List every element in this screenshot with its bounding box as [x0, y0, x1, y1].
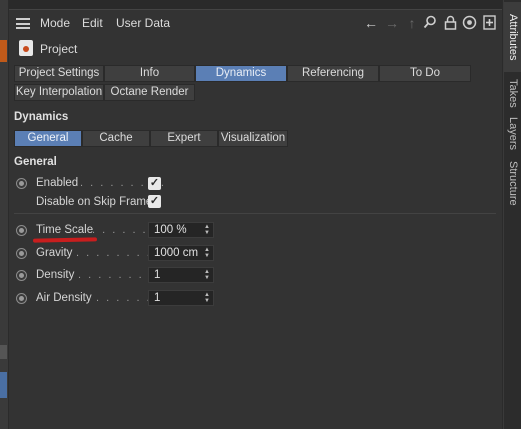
panel-top-border: [9, 0, 502, 10]
subtab-general[interactable]: General: [14, 130, 82, 147]
left-edge-chevron[interactable]: [0, 345, 7, 359]
forward-arrow-icon[interactable]: →: [384, 15, 400, 31]
enabled-animate-button[interactable]: [16, 178, 27, 189]
time-scale-stepper[interactable]: ▲ ▼: [204, 224, 211, 236]
subtab-expert[interactable]: Expert: [150, 130, 218, 147]
gravity-stepper[interactable]: ▲ ▼: [204, 247, 211, 259]
up-arrow-icon[interactable]: ↑: [404, 15, 420, 31]
hamburger-menu-icon[interactable]: [16, 18, 30, 29]
air-density-animate-button[interactable]: [16, 293, 27, 304]
disable-skip-frame-label: Disable on Skip Frame: [36, 196, 153, 208]
side-tab-layers[interactable]: Layers: [504, 115, 521, 153]
tab-octane-render[interactable]: Octane Render: [104, 84, 195, 101]
menubar: Mode Edit User Data ← → ↑: [9, 10, 502, 36]
air-density-field[interactable]: 1 ▲ ▼: [148, 290, 214, 306]
menu-user-data[interactable]: User Data: [116, 16, 170, 30]
density-value: 1: [154, 269, 161, 281]
density-animate-button[interactable]: [16, 270, 27, 281]
time-scale-field[interactable]: 100 % ▲ ▼: [148, 222, 214, 238]
gravity-animate-button[interactable]: [16, 248, 27, 259]
subtab-cache[interactable]: Cache: [82, 130, 150, 147]
tab-project-settings[interactable]: Project Settings: [14, 65, 104, 82]
object-name: Project: [40, 42, 78, 56]
back-arrow-icon[interactable]: ←: [363, 15, 379, 31]
separator: [14, 213, 496, 214]
subtab-visualization[interactable]: Visualization: [218, 130, 288, 147]
air-density-value: 1: [154, 292, 161, 304]
side-tab-takes[interactable]: Takes: [504, 76, 521, 110]
time-scale-value: 100 %: [154, 224, 187, 236]
search-icon[interactable]: [422, 15, 438, 31]
air-density-label: Air Density: [36, 292, 92, 304]
tab-info[interactable]: Info: [104, 65, 195, 82]
project-file-icon: [19, 40, 33, 56]
gravity-field[interactable]: 1000 cm ▲ ▼: [148, 245, 214, 261]
gravity-value: 1000 cm: [154, 247, 199, 259]
new-panel-icon[interactable]: [481, 15, 497, 31]
lock-icon[interactable]: [442, 15, 458, 31]
right-tab-sidebar: Attributes Takes Layers Structure: [503, 0, 521, 429]
air-density-stepper[interactable]: ▲ ▼: [204, 292, 211, 304]
left-edge-strip: [0, 0, 8, 429]
left-edge-orange-marker: [0, 40, 7, 62]
density-stepper[interactable]: ▲ ▼: [204, 269, 211, 281]
disable-skip-frame-checkbox[interactable]: ✓: [148, 195, 161, 208]
menu-mode[interactable]: Mode: [40, 16, 70, 30]
settings-icon[interactable]: [461, 15, 477, 31]
side-tab-attributes[interactable]: Attributes: [504, 2, 521, 72]
tab-dynamics[interactable]: Dynamics: [195, 65, 287, 82]
enabled-label: Enabled: [36, 177, 79, 189]
object-header: Project: [9, 38, 502, 60]
time-scale-animate-button[interactable]: [16, 225, 27, 236]
enabled-checkbox[interactable]: ✓: [148, 177, 161, 190]
density-label: Density: [36, 269, 75, 281]
tab-to-do[interactable]: To Do: [379, 65, 471, 82]
group-title-general: General: [14, 156, 57, 168]
time-scale-label: Time Scale: [36, 224, 94, 236]
side-tab-structure[interactable]: Structure: [504, 158, 521, 208]
section-title-dynamics: Dynamics: [14, 111, 69, 123]
tab-key-interpolation[interactable]: Key Interpolation: [14, 84, 104, 101]
density-field[interactable]: 1 ▲ ▼: [148, 267, 214, 283]
left-edge-blue-tab[interactable]: [0, 372, 7, 398]
menu-edit[interactable]: Edit: [82, 16, 103, 30]
gravity-label: Gravity: [36, 247, 73, 259]
tab-referencing[interactable]: Referencing: [287, 65, 379, 82]
